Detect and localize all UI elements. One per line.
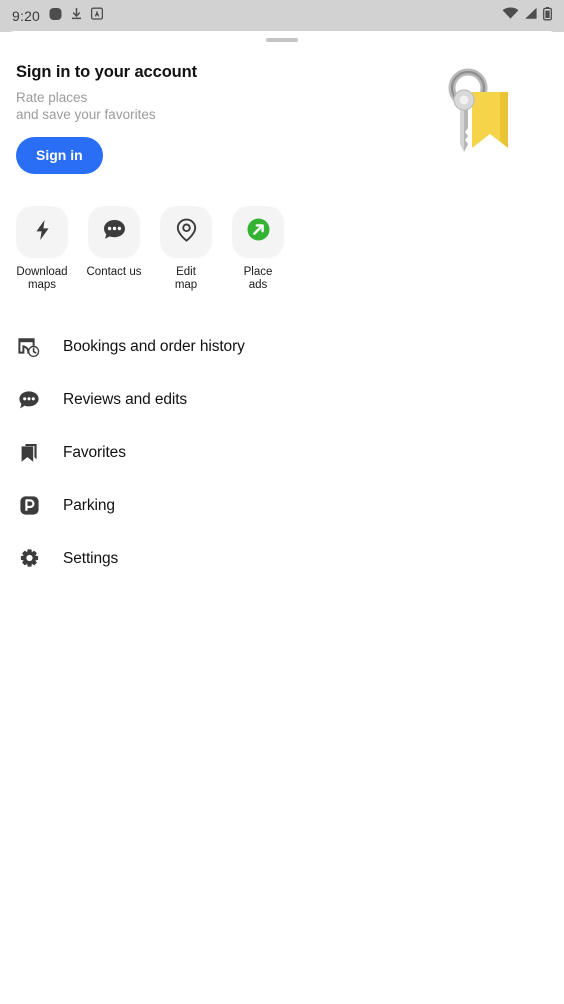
account-header: Sign in to your account Rate places and … bbox=[0, 48, 564, 190]
map-pin-icon bbox=[176, 218, 197, 247]
chat-bubble-icon bbox=[103, 219, 126, 245]
status-bar: 9:20 bbox=[0, 0, 564, 32]
quick-action-download-maps[interactable]: Download maps bbox=[16, 206, 68, 292]
quick-action-edit-map[interactable]: Edit map bbox=[160, 206, 212, 292]
menu-item-settings[interactable]: Settings bbox=[16, 532, 548, 585]
status-bar-clock: 9:20 bbox=[12, 8, 41, 24]
quick-actions-row: Download maps Contact us Edit map Place … bbox=[0, 206, 564, 292]
gear-icon bbox=[16, 546, 42, 572]
menu-item-bookings[interactable]: Bookings and order history bbox=[16, 320, 548, 373]
app-badge-icon bbox=[91, 7, 104, 25]
parking-icon bbox=[16, 493, 42, 519]
quick-action-tile bbox=[16, 206, 68, 258]
drag-handle[interactable] bbox=[266, 37, 298, 42]
menu-item-label: Reviews and edits bbox=[63, 390, 188, 408]
sheet-handle-area[interactable] bbox=[0, 31, 564, 48]
menu-item-parking[interactable]: Parking bbox=[16, 479, 548, 532]
quick-action-contact-us[interactable]: Contact us bbox=[87, 206, 141, 292]
rounded-square-icon bbox=[49, 7, 62, 26]
reviews-chat-icon bbox=[16, 387, 42, 413]
lightning-bolt-icon bbox=[33, 219, 52, 246]
account-menu-list: Bookings and order history Reviews and e… bbox=[0, 320, 564, 585]
keys-illustration bbox=[416, 66, 536, 176]
bookings-history-icon bbox=[16, 334, 42, 360]
status-bar-right bbox=[502, 6, 552, 26]
menu-item-label: Settings bbox=[63, 549, 119, 567]
quick-action-tile bbox=[160, 206, 212, 258]
quick-action-label: Download maps bbox=[16, 266, 68, 291]
menu-item-label: Parking bbox=[63, 496, 115, 514]
quick-action-label: Contact us bbox=[86, 266, 142, 278]
menu-item-label: Favorites bbox=[63, 443, 126, 461]
menu-item-label: Bookings and order history bbox=[63, 337, 245, 355]
quick-action-tile bbox=[232, 206, 284, 258]
sign-in-button[interactable]: Sign in bbox=[16, 137, 103, 174]
quick-action-tile bbox=[88, 206, 140, 258]
menu-item-reviews[interactable]: Reviews and edits bbox=[16, 373, 548, 426]
quick-action-place-ads[interactable]: Place ads bbox=[232, 206, 284, 292]
quick-action-label: Place ads bbox=[243, 266, 273, 291]
quick-action-label: Edit map bbox=[174, 266, 198, 291]
account-bottom-sheet: Sign in to your account Rate places and … bbox=[0, 31, 564, 1004]
battery-icon bbox=[543, 6, 552, 26]
cellular-signal-icon bbox=[524, 7, 538, 25]
menu-item-favorites[interactable]: Favorites bbox=[16, 426, 548, 479]
bookmark-icon bbox=[16, 440, 42, 466]
wifi-icon bbox=[502, 7, 519, 25]
green-arrow-icon bbox=[246, 217, 271, 247]
download-icon bbox=[71, 7, 82, 26]
status-bar-left: 9:20 bbox=[12, 7, 104, 26]
